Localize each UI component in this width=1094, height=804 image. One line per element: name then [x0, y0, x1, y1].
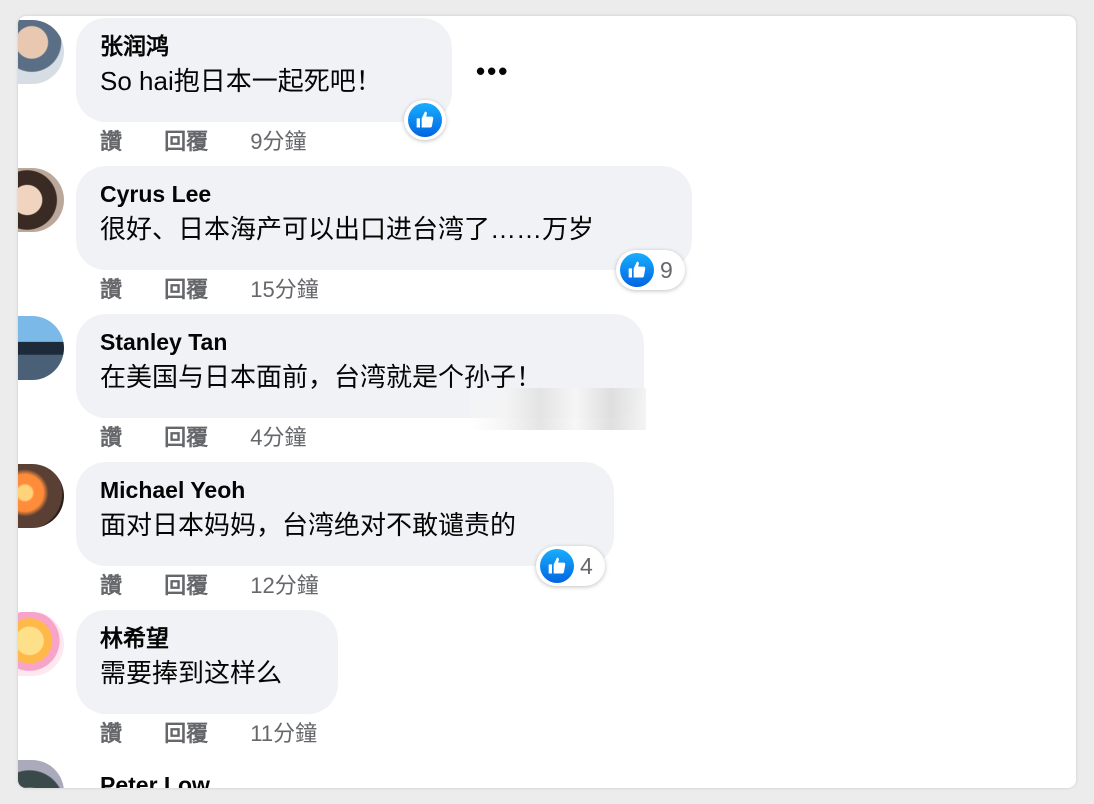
- like-link[interactable]: 讚: [100, 272, 122, 304]
- reply-link[interactable]: 回覆: [164, 568, 208, 600]
- like-link[interactable]: 讚: [100, 124, 122, 156]
- like-thumb-icon: [620, 253, 654, 287]
- reply-link[interactable]: 回覆: [164, 272, 208, 304]
- timestamp[interactable]: 12分鐘: [250, 568, 318, 600]
- reaction-count: 9: [660, 256, 673, 283]
- avatar[interactable]: [18, 760, 64, 788]
- like-link[interactable]: 讚: [100, 420, 122, 452]
- commenter-name[interactable]: 张润鸿: [100, 32, 428, 60]
- more-options-icon[interactable]: •••: [476, 56, 509, 87]
- avatar[interactable]: [18, 20, 64, 84]
- avatar[interactable]: [18, 168, 64, 232]
- timestamp[interactable]: 9分鐘: [250, 124, 306, 156]
- timestamp[interactable]: 15分鐘: [250, 272, 318, 304]
- comment-text: 面对日本妈妈，台湾绝对不敢谴责的: [100, 510, 517, 540]
- like-link[interactable]: 讚: [100, 716, 122, 748]
- like-link[interactable]: 讚: [100, 568, 122, 600]
- comment-text: So hai抱日本一起死吧！: [100, 66, 382, 96]
- timestamp[interactable]: 11分鐘: [250, 716, 317, 748]
- reaction-badge[interactable]: 9: [616, 250, 685, 290]
- comment-text: 需要捧到这样么: [100, 658, 283, 688]
- commenter-name[interactable]: Peter Low: [100, 772, 210, 788]
- comment-bubble: 张润鸿 So hai抱日本一起死吧！: [76, 18, 452, 122]
- reaction-badge[interactable]: [404, 100, 446, 140]
- reaction-badge[interactable]: 4: [536, 546, 605, 586]
- comment-bubble: Michael Yeoh 面对日本妈妈，台湾绝对不敢谴责的: [76, 462, 614, 566]
- avatar[interactable]: [18, 464, 64, 528]
- comment-bubble: 林希望 需要捧到这样么: [76, 610, 338, 714]
- blurred-overlay: [470, 388, 646, 430]
- avatar[interactable]: [18, 612, 64, 676]
- reply-link[interactable]: 回覆: [164, 420, 208, 452]
- comment-actions: 讚 回覆 15分鐘: [100, 272, 355, 304]
- reaction-count: 4: [580, 552, 593, 579]
- comment-actions: 讚 回覆 11分鐘: [100, 716, 353, 748]
- commenter-name[interactable]: Cyrus Lee: [100, 180, 668, 208]
- comments-card: 张润鸿 So hai抱日本一起死吧！ ••• 讚 回覆 9分鐘 Cyrus Le…: [18, 16, 1076, 788]
- commenter-name[interactable]: Michael Yeoh: [100, 476, 590, 504]
- reply-link[interactable]: 回覆: [164, 124, 208, 156]
- avatar[interactable]: [18, 316, 64, 380]
- comment-bubble: Cyrus Lee 很好、日本海产可以出口进台湾了……万岁: [76, 166, 692, 270]
- timestamp[interactable]: 4分鐘: [250, 420, 306, 452]
- comment-actions: 讚 回覆 4分鐘: [100, 420, 343, 452]
- like-thumb-icon: [408, 103, 442, 137]
- reply-link[interactable]: 回覆: [164, 716, 208, 748]
- comment-actions: 讚 回覆 12分鐘: [100, 568, 355, 600]
- comment-actions: 讚 回覆 9分鐘: [100, 124, 343, 156]
- commenter-name[interactable]: 林希望: [100, 624, 314, 652]
- commenter-name[interactable]: Stanley Tan: [100, 328, 620, 356]
- like-thumb-icon: [540, 549, 574, 583]
- comment-text: 很好、日本海产可以出口进台湾了……万岁: [100, 214, 595, 244]
